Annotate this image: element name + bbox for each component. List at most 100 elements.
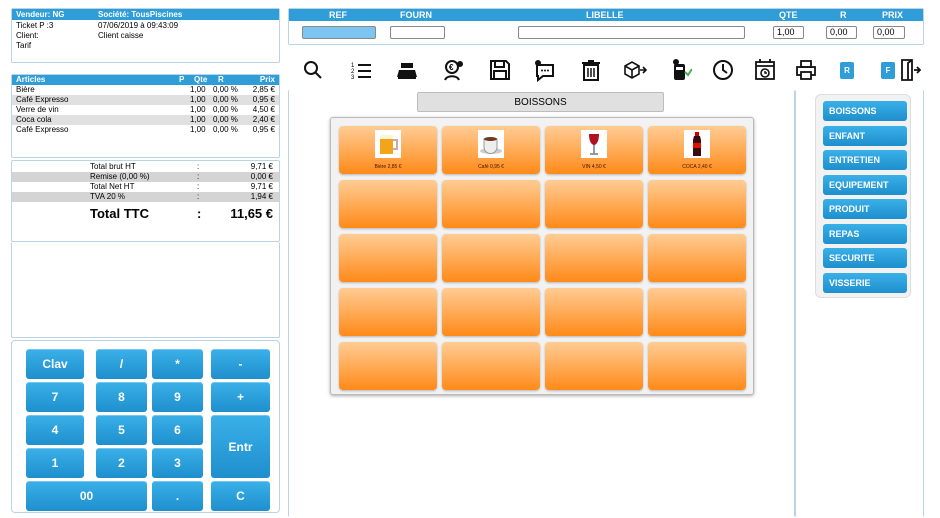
- key-6[interactable]: 6: [152, 415, 203, 445]
- fourn-input[interactable]: [390, 26, 445, 39]
- total-sep: :: [197, 182, 200, 191]
- article-name: Café Expresso: [16, 95, 69, 104]
- empty-product-tile[interactable]: [339, 234, 437, 282]
- prix-input[interactable]: 0,00: [873, 26, 905, 39]
- category-equipement[interactable]: EQUIPEMENT: [823, 174, 907, 195]
- totals-panel: Total brut HT : 9,71 € Remise (0,00 %) : …: [11, 160, 280, 242]
- empty-product-tile[interactable]: [442, 234, 540, 282]
- product-label: COCA 2,40 €: [682, 164, 712, 170]
- key-9[interactable]: 9: [152, 382, 203, 412]
- category-produit[interactable]: PRODUIT: [823, 199, 907, 219]
- save-icon[interactable]: [487, 56, 513, 84]
- category-banner: BOISSONS: [417, 92, 664, 112]
- exit-door-icon[interactable]: [898, 56, 924, 84]
- total-ttc-row: Total TTC : 11,65 €: [12, 206, 279, 226]
- article-row[interactable]: Bière 1,00 0,00 % 2,85 €: [12, 85, 279, 95]
- key-divide[interactable]: /: [96, 349, 147, 379]
- product-label: VIN 4,50 €: [582, 164, 606, 170]
- clock-icon[interactable]: [710, 56, 736, 84]
- article-row[interactable]: Café Expresso 1,00 0,00 % 0,95 €: [12, 125, 279, 135]
- category-entretien[interactable]: ENTRETIEN: [823, 150, 907, 170]
- cola-icon: [684, 130, 710, 158]
- list-icon[interactable]: 123: [348, 56, 374, 84]
- empty-product-tile[interactable]: [442, 180, 540, 228]
- empty-product-tile[interactable]: [648, 234, 746, 282]
- category-repas[interactable]: REPAS: [823, 223, 907, 244]
- customer-icon[interactable]: €: [441, 56, 467, 84]
- category-boissons[interactable]: BOISSONS: [823, 101, 907, 121]
- article-row[interactable]: Coca cola 1,00 0,00 % 2,40 €: [12, 115, 279, 125]
- article-row[interactable]: Verre de vin 1,00 0,00 % 4,50 €: [12, 105, 279, 115]
- qte-header: QTE: [779, 10, 798, 20]
- articles-table: Articles P Qte R Prix Bière 1,00 0,00 % …: [11, 74, 280, 158]
- r-button[interactable]: R: [840, 62, 854, 79]
- libelle-header: LIBELLE: [586, 10, 624, 20]
- product-label: Café 0,95 €: [478, 164, 504, 170]
- left-spacer: [11, 242, 280, 338]
- article-prix: 0,95 €: [252, 95, 275, 104]
- category-enfant[interactable]: ENFANT: [823, 125, 907, 146]
- key-entr[interactable]: Entr: [211, 415, 270, 478]
- empty-product-tile[interactable]: [545, 234, 643, 282]
- category-visserie[interactable]: VISSERIE: [823, 272, 907, 293]
- key-7[interactable]: 7: [26, 382, 84, 412]
- col-p: P: [179, 75, 185, 84]
- empty-product-tile[interactable]: [339, 342, 437, 390]
- svg-text:3: 3: [351, 75, 355, 81]
- key-clav[interactable]: Clav: [26, 349, 84, 379]
- ticket-info-panel: Vendeur: NG Société: TousPiscines Ticket…: [11, 8, 280, 63]
- client-value[interactable]: Client caisse: [98, 31, 143, 40]
- key-c[interactable]: C: [211, 481, 270, 511]
- fourn-header: FOURN: [400, 10, 432, 20]
- ref-input[interactable]: [302, 26, 376, 39]
- f-button[interactable]: F: [881, 62, 895, 79]
- empty-product-tile[interactable]: [339, 180, 437, 228]
- total-sep: :: [197, 192, 200, 201]
- empty-product-tile[interactable]: [442, 342, 540, 390]
- box-out-icon[interactable]: [622, 56, 648, 84]
- col-qte: Qte: [194, 75, 208, 84]
- coffee-icon: [478, 130, 504, 158]
- chat-icon[interactable]: [532, 56, 558, 84]
- qte-input[interactable]: 1,00: [773, 26, 804, 39]
- printer-icon[interactable]: [793, 56, 819, 84]
- empty-product-tile[interactable]: [442, 288, 540, 336]
- product-tile[interactable]: VIN 4,50 €: [545, 126, 643, 174]
- empty-product-tile[interactable]: [545, 180, 643, 228]
- empty-product-tile[interactable]: [545, 288, 643, 336]
- article-row[interactable]: Café Expresso 1,00 0,00 % 0,95 €: [12, 95, 279, 105]
- entry-fields: REF FOURN LIBELLE QTE R PRIX 1,00 0,00 0…: [288, 8, 924, 45]
- empty-product-tile[interactable]: [339, 288, 437, 336]
- article-qte: 1,00: [190, 125, 206, 134]
- article-qte: 1,00: [190, 115, 206, 124]
- product-tile[interactable]: Café 0,95 €: [442, 126, 540, 174]
- cash-register-icon[interactable]: [394, 56, 420, 84]
- empty-product-tile[interactable]: [648, 180, 746, 228]
- product-tile[interactable]: Bière 2,85 €: [339, 126, 437, 174]
- empty-product-tile[interactable]: [648, 288, 746, 336]
- key-8[interactable]: 8: [96, 382, 147, 412]
- payment-terminal-icon[interactable]: [667, 56, 693, 84]
- key-plus[interactable]: +: [211, 382, 270, 412]
- key-multiply[interactable]: *: [152, 349, 203, 379]
- empty-product-tile[interactable]: [648, 342, 746, 390]
- key-2[interactable]: 2: [96, 448, 147, 478]
- libelle-input[interactable]: [518, 26, 745, 39]
- r-input[interactable]: 0,00: [826, 26, 857, 39]
- key-5[interactable]: 5: [96, 415, 147, 445]
- category-securite[interactable]: SECURITE: [823, 248, 907, 268]
- product-tile[interactable]: COCA 2,40 €: [648, 126, 746, 174]
- key-minus[interactable]: -: [211, 349, 270, 379]
- key-4[interactable]: 4: [26, 415, 84, 445]
- calendar-clock-icon[interactable]: [752, 56, 778, 84]
- total-ttc-value: 11,65 €: [230, 206, 273, 221]
- empty-product-tile[interactable]: [545, 342, 643, 390]
- trash-icon[interactable]: [578, 56, 604, 84]
- key-3[interactable]: 3: [152, 448, 203, 478]
- search-icon[interactable]: [300, 56, 326, 84]
- article-remise: 0,00 %: [213, 85, 238, 94]
- key-00[interactable]: 00: [26, 481, 147, 511]
- key-dot[interactable]: .: [152, 481, 203, 511]
- key-1[interactable]: 1: [26, 448, 84, 478]
- ticket-info-header: Vendeur: NG Société: TousPiscines: [12, 9, 279, 20]
